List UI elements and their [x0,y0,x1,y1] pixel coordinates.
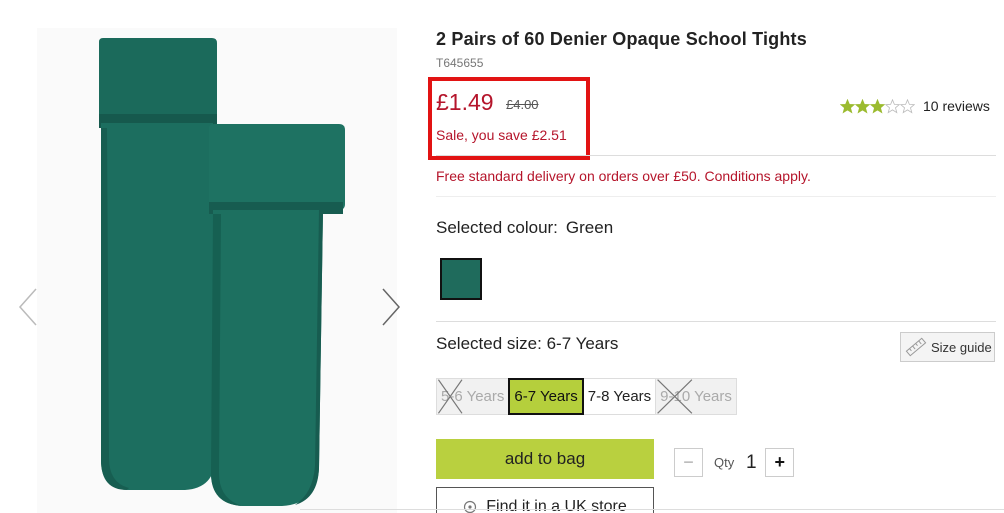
selected-colour: Selected colour: Green [436,218,613,238]
product-image[interactable] [37,28,397,513]
ruler-icon [905,337,927,357]
divider [436,196,996,197]
add-to-bag-button[interactable]: add to bag [436,439,654,479]
product-title: 2 Pairs of 60 Denier Opaque School Tight… [436,29,807,49]
size-option-9-10[interactable]: 9-10 Years [655,378,737,415]
qty-decrease-button[interactable]: − [674,448,703,477]
star-filled-icon [840,98,855,113]
size-option-label: 6-7 Years [514,388,578,405]
size-options: 5-6 Years 6-7 Years 7-8 Years 9-10 Years [436,378,737,415]
sale-price: £1.49 [436,89,494,115]
find-in-store-label: Find it in a UK store [486,498,627,513]
size-option-7-8[interactable]: 7-8 Years [582,378,657,415]
divider [300,509,1004,510]
delivery-message: Free standard delivery on orders over £5… [436,168,811,184]
tights-back [99,38,217,490]
product-sku: T645655 [436,56,484,70]
size-guide-button[interactable]: Size guide [900,332,995,362]
size-option-6-7[interactable]: 6-7 Years [508,378,584,415]
location-pin-icon [464,500,477,513]
chevron-left-icon[interactable] [16,287,42,327]
product-details: 2 Pairs of 60 Denier Opaque School Tight… [428,0,996,513]
qty-value[interactable]: 1 [742,452,760,474]
size-option-label: 9-10 Years [660,388,732,405]
qty-increase-button[interactable]: + [765,448,795,477]
product-gallery [0,0,420,513]
size-label: Selected size: [436,334,542,353]
colour-swatch-green[interactable] [440,258,482,300]
size-guide-label: Size guide [931,339,992,355]
star-empty-icon [900,98,915,113]
star-empty-icon [885,98,900,113]
original-price: £4.00 [506,97,539,112]
quantity-stepper: − Qty 1 + [674,448,795,477]
saving-text: Sale, you save £2.51 [436,127,567,143]
divider [436,155,996,156]
chevron-right-icon[interactable] [379,287,405,327]
star-rating [840,98,915,114]
selected-size: Selected size: 6-7 Years [436,334,618,354]
product-rating[interactable]: 10 reviews [840,98,990,114]
colour-value: Green [565,218,614,237]
star-filled-icon [870,98,885,113]
divider [436,321,996,322]
size-option-label: 5-6 Years [441,388,505,405]
reviews-link[interactable]: 10 reviews [923,98,990,114]
size-option-5-6[interactable]: 5-6 Years [436,378,510,415]
colour-label: Selected colour: [436,218,558,237]
size-option-label: 7-8 Years [587,388,652,405]
qty-label: Qty [714,455,735,470]
size-value: 6-7 Years [546,334,619,353]
tights-front [209,124,345,506]
star-filled-icon [855,98,870,113]
